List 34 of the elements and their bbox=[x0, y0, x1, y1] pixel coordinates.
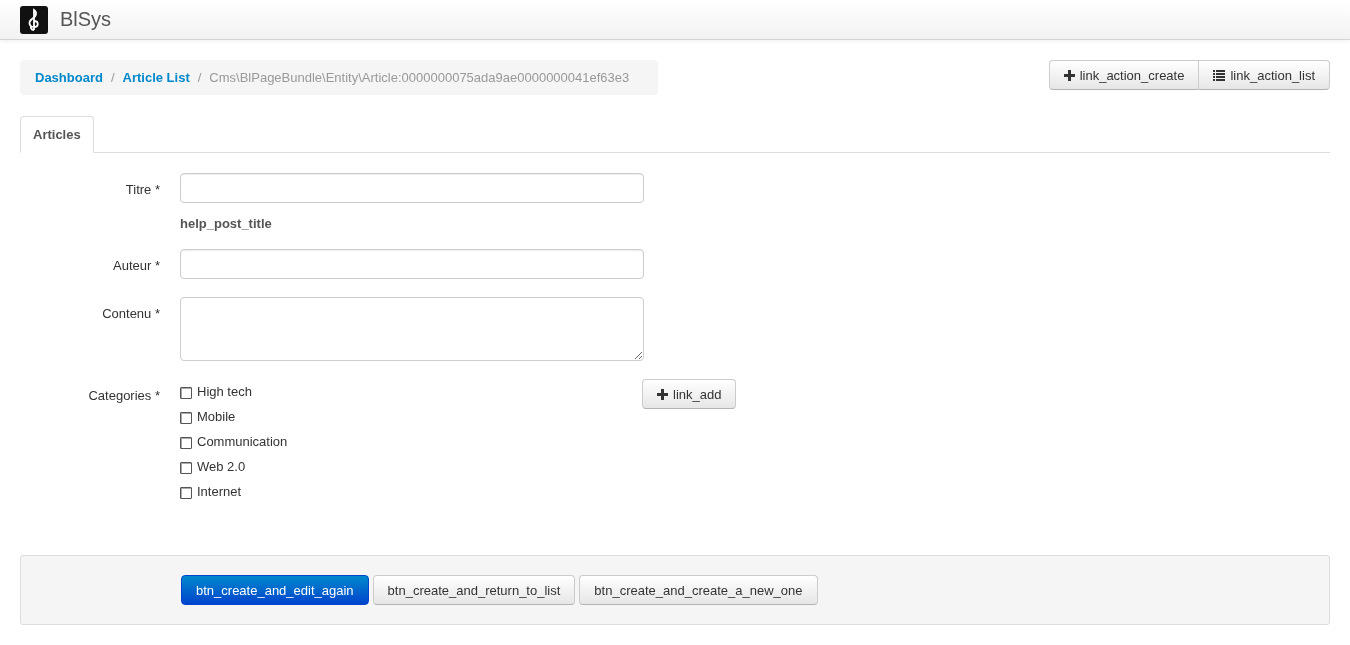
breadcrumb-separator: / bbox=[109, 70, 116, 85]
help-text: help_post_title bbox=[180, 216, 273, 231]
checkbox-label: Communication bbox=[197, 433, 288, 449]
checkbox[interactable] bbox=[180, 437, 192, 449]
checkbox[interactable] bbox=[180, 412, 192, 424]
checkbox-label: Web 2.0 bbox=[197, 458, 246, 474]
list-button[interactable]: link_action_list bbox=[1199, 60, 1330, 90]
breadcrumb-separator: / bbox=[196, 70, 203, 85]
create-button[interactable]: link_action_create bbox=[1048, 60, 1200, 90]
breadcrumb-link[interactable]: Article List bbox=[122, 70, 190, 85]
tab[interactable]: Articles bbox=[20, 116, 94, 153]
add-button[interactable]: link_add bbox=[642, 379, 737, 409]
treble-clef-logo-icon bbox=[20, 5, 48, 34]
field-label: Titre * bbox=[124, 181, 160, 199]
list-icon bbox=[1213, 69, 1226, 81]
submit-button[interactable]: btn_create_and_return_to_list bbox=[372, 575, 576, 605]
field-label: Contenu * bbox=[101, 305, 160, 323]
checkbox-label: Internet bbox=[197, 483, 242, 499]
submit-button[interactable]: btn_create_and_create_a_new_one bbox=[579, 575, 818, 605]
breadcrumb-current: Cms\BlPageBundle\Entity\Article:0000000075ada9ae0000000041ef63e3 bbox=[209, 70, 630, 85]
checkbox[interactable] bbox=[180, 387, 192, 399]
submit-button[interactable]: btn_create_and_edit_again bbox=[181, 575, 369, 605]
field-label: Categories * bbox=[87, 387, 160, 405]
brand-name[interactable]: BlSys bbox=[60, 8, 112, 31]
checkbox-label: Mobile bbox=[197, 408, 236, 424]
checkbox-label: High tech bbox=[197, 383, 252, 399]
checkbox[interactable] bbox=[180, 462, 192, 474]
text-input[interactable] bbox=[180, 249, 644, 279]
plus-icon bbox=[1063, 69, 1075, 81]
text-input[interactable] bbox=[180, 173, 644, 203]
field-label: Auteur * bbox=[112, 257, 160, 275]
plus-icon bbox=[657, 388, 668, 400]
checkbox[interactable] bbox=[180, 487, 192, 499]
breadcrumb-link[interactable]: Dashboard bbox=[35, 70, 103, 85]
